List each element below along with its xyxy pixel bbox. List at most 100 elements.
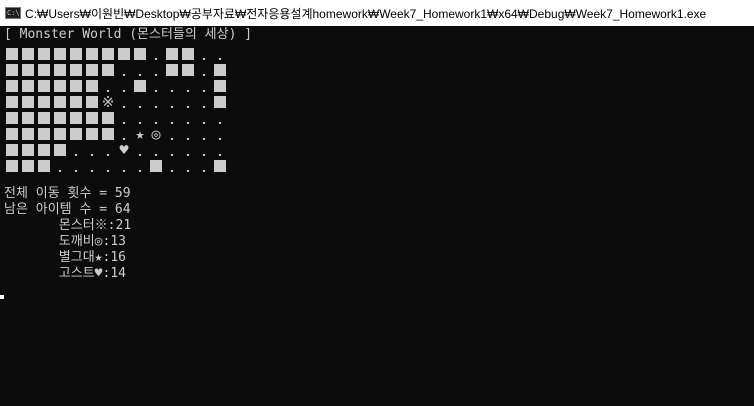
wall-cell bbox=[4, 46, 20, 62]
empty-cell bbox=[180, 126, 196, 142]
empty-cell bbox=[148, 46, 164, 62]
empty-cell bbox=[164, 94, 180, 110]
wall-cell bbox=[4, 94, 20, 110]
empty-cell bbox=[132, 142, 148, 158]
wall-cell bbox=[20, 46, 36, 62]
wall-cell bbox=[212, 78, 228, 94]
monster-count-text: 몬스터※:21 bbox=[4, 218, 132, 233]
empty-cell bbox=[212, 142, 228, 158]
wall-cell bbox=[36, 126, 52, 142]
empty-cell bbox=[68, 158, 84, 174]
empty-cell bbox=[84, 142, 100, 158]
monster-cell: ※ bbox=[101, 93, 115, 111]
wall-cell bbox=[68, 46, 84, 62]
empty-cell bbox=[116, 78, 132, 94]
wall-cell bbox=[36, 78, 52, 94]
wall-cell bbox=[4, 62, 20, 78]
empty-cell bbox=[52, 158, 68, 174]
ghost-cell: ♥ bbox=[119, 141, 129, 159]
empty-cell bbox=[116, 62, 132, 78]
empty-cell bbox=[212, 126, 228, 142]
empty-cell bbox=[180, 94, 196, 110]
wall-cell bbox=[36, 110, 52, 126]
empty-cell bbox=[100, 158, 116, 174]
wall-cell bbox=[36, 142, 52, 158]
goblin-count-text: 도깨비◎:13 bbox=[4, 234, 126, 249]
wall-cell bbox=[212, 94, 228, 110]
wall-cell bbox=[52, 94, 68, 110]
wall-cell bbox=[36, 158, 52, 174]
empty-cell bbox=[212, 46, 228, 62]
empty-cell bbox=[196, 126, 212, 142]
wall-cell bbox=[84, 126, 100, 142]
wall-cell bbox=[100, 46, 116, 62]
empty-cell bbox=[84, 158, 100, 174]
wall-cell bbox=[148, 158, 164, 174]
empty-cell bbox=[196, 94, 212, 110]
wall-cell bbox=[20, 62, 36, 78]
title-bar[interactable]: C:\ C:₩Users₩이원빈₩Desktop₩공부자료₩전자응용설계home… bbox=[0, 0, 754, 26]
empty-cell bbox=[164, 142, 180, 158]
wall-cell bbox=[212, 62, 228, 78]
empty-cell bbox=[164, 110, 180, 126]
empty-cell bbox=[196, 110, 212, 126]
empty-cell bbox=[148, 142, 164, 158]
empty-cell bbox=[196, 78, 212, 94]
wall-cell bbox=[132, 78, 148, 94]
wall-cell bbox=[100, 62, 116, 78]
wall-cell bbox=[68, 78, 84, 94]
empty-cell bbox=[116, 94, 132, 110]
empty-cell bbox=[132, 158, 148, 174]
empty-cell bbox=[180, 78, 196, 94]
wall-cell bbox=[20, 142, 36, 158]
empty-cell bbox=[132, 62, 148, 78]
wall-cell bbox=[36, 94, 52, 110]
wall-cell bbox=[180, 46, 196, 62]
star-count-text: 별그대★:16 bbox=[4, 250, 126, 265]
wall-cell bbox=[68, 126, 84, 142]
wall-cell bbox=[36, 62, 52, 78]
wall-cell bbox=[52, 62, 68, 78]
empty-cell bbox=[164, 126, 180, 142]
empty-cell bbox=[68, 142, 84, 158]
console-app-icon: C:\ bbox=[5, 7, 21, 19]
wall-cell bbox=[52, 110, 68, 126]
console-output[interactable]: [ Monster World (몬스터들의 세상) ] ※ ★ ◎ ♥ 전체 이동 … bbox=[0, 26, 754, 406]
wall-cell bbox=[84, 46, 100, 62]
empty-cell bbox=[148, 78, 164, 94]
wall-cell bbox=[84, 78, 100, 94]
empty-cell bbox=[196, 158, 212, 174]
empty-cell bbox=[164, 78, 180, 94]
wall-cell bbox=[4, 142, 20, 158]
wall-cell bbox=[36, 46, 52, 62]
empty-cell bbox=[196, 62, 212, 78]
empty-cell bbox=[196, 46, 212, 62]
total-moves-text: 전체 이동 횟수 = 59 bbox=[4, 186, 131, 201]
empty-cell bbox=[116, 110, 132, 126]
wall-cell bbox=[20, 78, 36, 94]
text-cursor bbox=[0, 295, 4, 299]
wall-cell bbox=[84, 62, 100, 78]
empty-cell bbox=[100, 78, 116, 94]
wall-cell bbox=[52, 46, 68, 62]
window-title: C:₩Users₩이원빈₩Desktop₩공부자료₩전자응용설계homework… bbox=[25, 6, 707, 21]
empty-cell bbox=[212, 110, 228, 126]
wall-cell bbox=[20, 158, 36, 174]
empty-cell bbox=[116, 158, 132, 174]
ghost-count-text: 고스트♥:14 bbox=[4, 266, 126, 281]
wall-cell bbox=[68, 94, 84, 110]
empty-cell bbox=[100, 142, 116, 158]
wall-cell bbox=[212, 158, 228, 174]
wall-cell bbox=[4, 110, 20, 126]
wall-cell bbox=[84, 110, 100, 126]
wall-cell bbox=[52, 142, 68, 158]
empty-cell bbox=[180, 158, 196, 174]
wall-cell bbox=[52, 78, 68, 94]
wall-cell bbox=[100, 110, 116, 126]
wall-cell bbox=[20, 110, 36, 126]
empty-cell bbox=[148, 110, 164, 126]
game-header: [ Monster World (몬스터들의 세상) ] bbox=[4, 27, 253, 42]
goblin-cell: ◎ bbox=[151, 125, 161, 143]
wall-cell bbox=[164, 46, 180, 62]
wall-cell bbox=[4, 158, 20, 174]
